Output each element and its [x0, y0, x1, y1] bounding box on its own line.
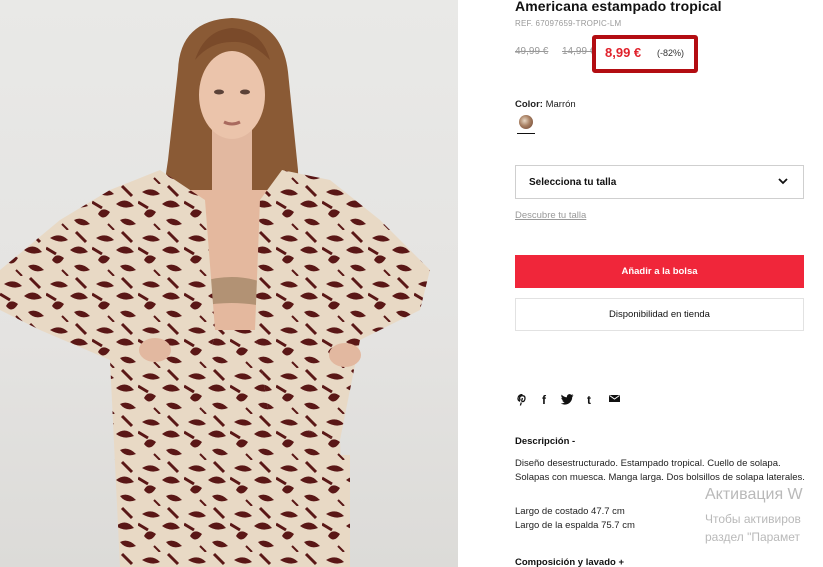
chevron-down-icon — [778, 178, 788, 185]
color-value: Marrón — [545, 99, 576, 110]
size-selector-label: Selecciona tu talla — [529, 177, 617, 188]
product-photo[interactable] — [0, 0, 458, 567]
email-icon[interactable] — [609, 394, 620, 403]
color-label-row: Color: Marrón — [515, 99, 576, 110]
current-price: 8,99 € — [605, 45, 642, 60]
composition-heading[interactable]: Composición y lavado + — [515, 557, 624, 567]
add-to-bag-button[interactable]: Añadir a la bolsa — [515, 255, 804, 288]
original-price: 49,99 € — [515, 46, 549, 57]
activation-watermark-line: раздел "Парамет — [705, 530, 800, 544]
activation-watermark-line: Чтобы активиров — [705, 512, 801, 526]
twitter-icon[interactable] — [561, 394, 574, 405]
pinterest-icon[interactable] — [517, 394, 528, 406]
description-heading[interactable]: Descripción - — [515, 436, 575, 447]
size-guide-link[interactable]: Descubre tu talla — [515, 210, 586, 221]
color-label: Color: — [515, 99, 543, 110]
product-title: Americana estampado tropical — [515, 0, 722, 14]
facebook-icon[interactable]: f — [542, 393, 546, 407]
measure-back-length: Largo de la espalda 75.7 cm — [515, 520, 635, 531]
description-text: Diseño desestructurado. Estampado tropic… — [515, 458, 805, 483]
product-details-panel: Americana estampado tropical REF. 670976… — [458, 0, 823, 567]
measure-side-length: Largo de costado 47.7 cm — [515, 506, 625, 517]
color-swatch-marron[interactable] — [519, 115, 533, 129]
selected-swatch-indicator — [517, 133, 535, 134]
tumblr-icon[interactable]: t — [587, 393, 591, 407]
current-price-highlight: 8,99 € (-82%) — [592, 35, 698, 73]
product-reference: REF. 67097659-TROPIC-LM — [515, 19, 622, 28]
size-selector[interactable]: Selecciona tu talla — [515, 165, 804, 199]
discount-percent: (-82%) — [657, 48, 685, 58]
model-illustration — [0, 18, 430, 567]
previous-price: 14,99 € — [562, 46, 596, 57]
store-availability-button[interactable]: Disponibilidad en tienda — [515, 298, 804, 331]
activation-watermark-title: Активация W — [705, 486, 803, 503]
